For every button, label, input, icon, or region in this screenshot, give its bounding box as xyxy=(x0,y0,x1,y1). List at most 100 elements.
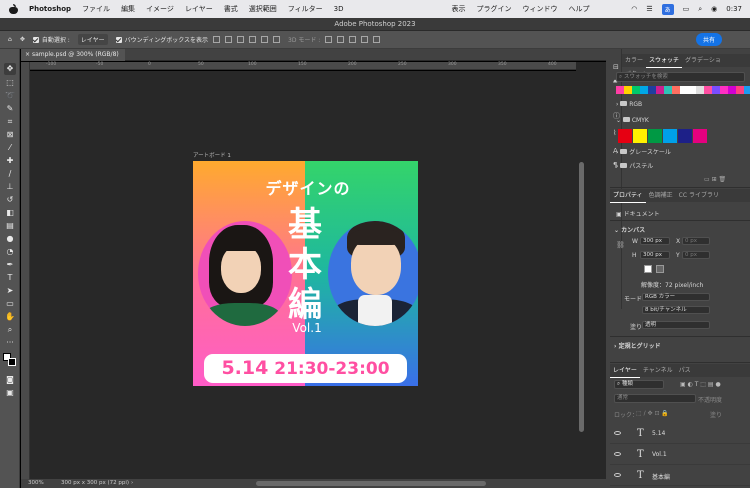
layer-filter-icons[interactable]: ▣ ◐ T ⬚ ▤ ● xyxy=(680,381,721,388)
cmyk-swatch[interactable] xyxy=(618,129,632,143)
swatch-search-input[interactable]: ⌕ スウォッチを検索 xyxy=(616,72,745,82)
swatch[interactable] xyxy=(712,86,720,94)
path-select-icon[interactable]: ➤ xyxy=(4,285,16,297)
vertical-scrollbar[interactable] xyxy=(576,62,606,480)
menu-edit[interactable]: 編集 xyxy=(121,4,135,14)
stamp-tool-icon[interactable]: ⊥ xyxy=(4,181,16,193)
layer-name[interactable]: 5.14 xyxy=(652,430,665,437)
swatch[interactable] xyxy=(664,86,672,94)
share-button[interactable]: 共有 xyxy=(695,33,722,46)
swatch[interactable] xyxy=(736,86,744,94)
menu-select[interactable]: 選択範囲 xyxy=(249,4,277,14)
swatch[interactable] xyxy=(696,86,704,94)
align-left-icon[interactable] xyxy=(213,36,221,43)
gradient-tool-icon[interactable]: ▤ xyxy=(4,220,16,232)
artboard-tool-icon[interactable]: ⬚ xyxy=(4,77,16,89)
history-brush-icon[interactable]: ↺ xyxy=(4,194,16,206)
lock-icons[interactable]: ⬚ ∕ ✥ ⊡ 🔒 xyxy=(636,410,669,417)
zoom-tool-icon[interactable]: ⌕ xyxy=(4,324,16,336)
x-input[interactable]: 0 px xyxy=(682,237,710,245)
wifi-icon[interactable]: ◠ xyxy=(631,5,637,13)
tab-paths[interactable]: パス xyxy=(676,364,694,377)
swatch-footer-icons[interactable]: ▭ ⊞ 🗑 xyxy=(704,176,726,183)
layer-kind-filter[interactable]: ⌕ 種類 xyxy=(614,380,664,389)
artboard-label[interactable]: アートボード 1 xyxy=(193,151,231,159)
swatch[interactable] xyxy=(672,86,680,94)
move-tool-icon[interactable]: ✥ xyxy=(20,36,25,43)
move-tool-icon[interactable]: ✥ xyxy=(4,63,16,75)
swatch[interactable] xyxy=(632,86,640,94)
layer-row[interactable]: T 5.14 xyxy=(610,424,750,444)
tab-channels[interactable]: チャンネル xyxy=(640,364,676,377)
menu-type[interactable]: 書式 xyxy=(224,4,238,14)
swatch[interactable] xyxy=(640,86,648,94)
align-bottom-icon[interactable] xyxy=(273,36,281,43)
swatch-group-grayscale[interactable]: › グレースケール xyxy=(616,147,671,156)
apple-icon[interactable] xyxy=(9,4,18,14)
menu-image[interactable]: イメージ xyxy=(146,4,174,14)
layer-name[interactable]: Vol.1 xyxy=(652,451,667,458)
document-info[interactable]: 300 px x 300 px (72 ppi) xyxy=(61,479,129,488)
landscape-orientation-icon[interactable] xyxy=(656,265,664,273)
portrait-orientation-icon[interactable] xyxy=(644,265,652,273)
swatch[interactable] xyxy=(680,86,688,94)
clock[interactable]: 0:37 xyxy=(726,5,742,13)
control-center-icon[interactable]: ☰ xyxy=(646,5,652,13)
swatch[interactable] xyxy=(720,86,728,94)
cmyk-swatch[interactable] xyxy=(693,129,707,143)
crop-tool-icon[interactable]: ⌗ xyxy=(4,116,16,128)
3d-scale-icon[interactable] xyxy=(373,36,381,43)
visibility-eye-icon[interactable] xyxy=(614,473,621,477)
siri-icon[interactable]: ◉ xyxy=(711,5,717,13)
menu-file[interactable]: ファイル xyxy=(82,4,110,14)
tab-swatches[interactable]: スウォッチ xyxy=(646,54,683,68)
3d-roll-icon[interactable] xyxy=(337,36,345,43)
type-tool-icon[interactable]: T xyxy=(4,272,16,284)
menu-filter[interactable]: フィルター xyxy=(288,4,323,14)
3d-pan-icon[interactable] xyxy=(349,36,357,43)
align-middle-icon[interactable] xyxy=(261,36,269,43)
background-color[interactable] xyxy=(8,358,16,366)
swatch[interactable] xyxy=(624,86,632,94)
tab-properties[interactable]: プロパティ xyxy=(610,189,646,203)
search-icon[interactable]: ⌕ xyxy=(698,5,702,14)
quick-select-icon[interactable]: ✎ xyxy=(4,103,16,115)
swatch[interactable] xyxy=(688,86,696,94)
swatch[interactable] xyxy=(704,86,712,94)
cmyk-swatch[interactable] xyxy=(678,129,692,143)
menu-3d[interactable]: 3D xyxy=(334,5,344,13)
zoom-level[interactable]: 300% xyxy=(28,479,44,488)
cmyk-swatch[interactable] xyxy=(663,129,677,143)
layer-name[interactable]: 基本編 xyxy=(652,472,670,481)
height-input[interactable]: 300 px xyxy=(640,251,670,259)
blend-mode-dropdown[interactable]: 通常 xyxy=(614,394,696,403)
tab-layers[interactable]: レイヤー xyxy=(610,364,640,378)
brush-tool-icon[interactable]: ∕ xyxy=(4,168,16,180)
auto-select-target-dropdown[interactable]: レイヤー xyxy=(77,34,108,45)
swatch[interactable] xyxy=(728,86,736,94)
hand-tool-icon[interactable]: ✋ xyxy=(4,311,16,323)
home-icon[interactable]: ⌂ xyxy=(8,36,12,43)
canvas-section-title[interactable]: ⌄ カンバス xyxy=(614,225,645,234)
rectangle-tool-icon[interactable]: ▭ xyxy=(4,298,16,310)
3d-slide-icon[interactable] xyxy=(361,36,369,43)
tab-adjustments[interactable]: 色調補正 xyxy=(646,189,676,202)
screen-mode-icon[interactable]: ▣ xyxy=(4,387,16,399)
tab-gradients[interactable]: グラデーショ xyxy=(682,54,724,67)
menu-view[interactable]: 表示 xyxy=(451,4,465,14)
pen-tool-icon[interactable]: ✒ xyxy=(4,259,16,271)
swatch-group-cmyk[interactable]: ⌄ CMYK xyxy=(616,117,649,124)
lasso-tool-icon[interactable]: ➰ xyxy=(4,90,16,102)
layer-row[interactable]: T 基本編 xyxy=(610,466,750,486)
swatch[interactable] xyxy=(648,86,656,94)
document-tab[interactable]: × sample.psd @ 300% (RGB/8) xyxy=(21,49,125,61)
tab-cc-libraries[interactable]: CC ライブラリ xyxy=(676,189,722,202)
swatch[interactable] xyxy=(656,86,664,94)
visibility-eye-icon[interactable] xyxy=(614,452,621,456)
menu-help[interactable]: ヘルプ xyxy=(568,4,589,14)
3d-orbit-icon[interactable] xyxy=(325,36,333,43)
frame-tool-icon[interactable]: ⊠ xyxy=(4,129,16,141)
align-center-icon[interactable] xyxy=(225,36,233,43)
menu-app[interactable]: Photoshop xyxy=(29,5,71,13)
scrollbar-thumb[interactable] xyxy=(579,162,584,432)
